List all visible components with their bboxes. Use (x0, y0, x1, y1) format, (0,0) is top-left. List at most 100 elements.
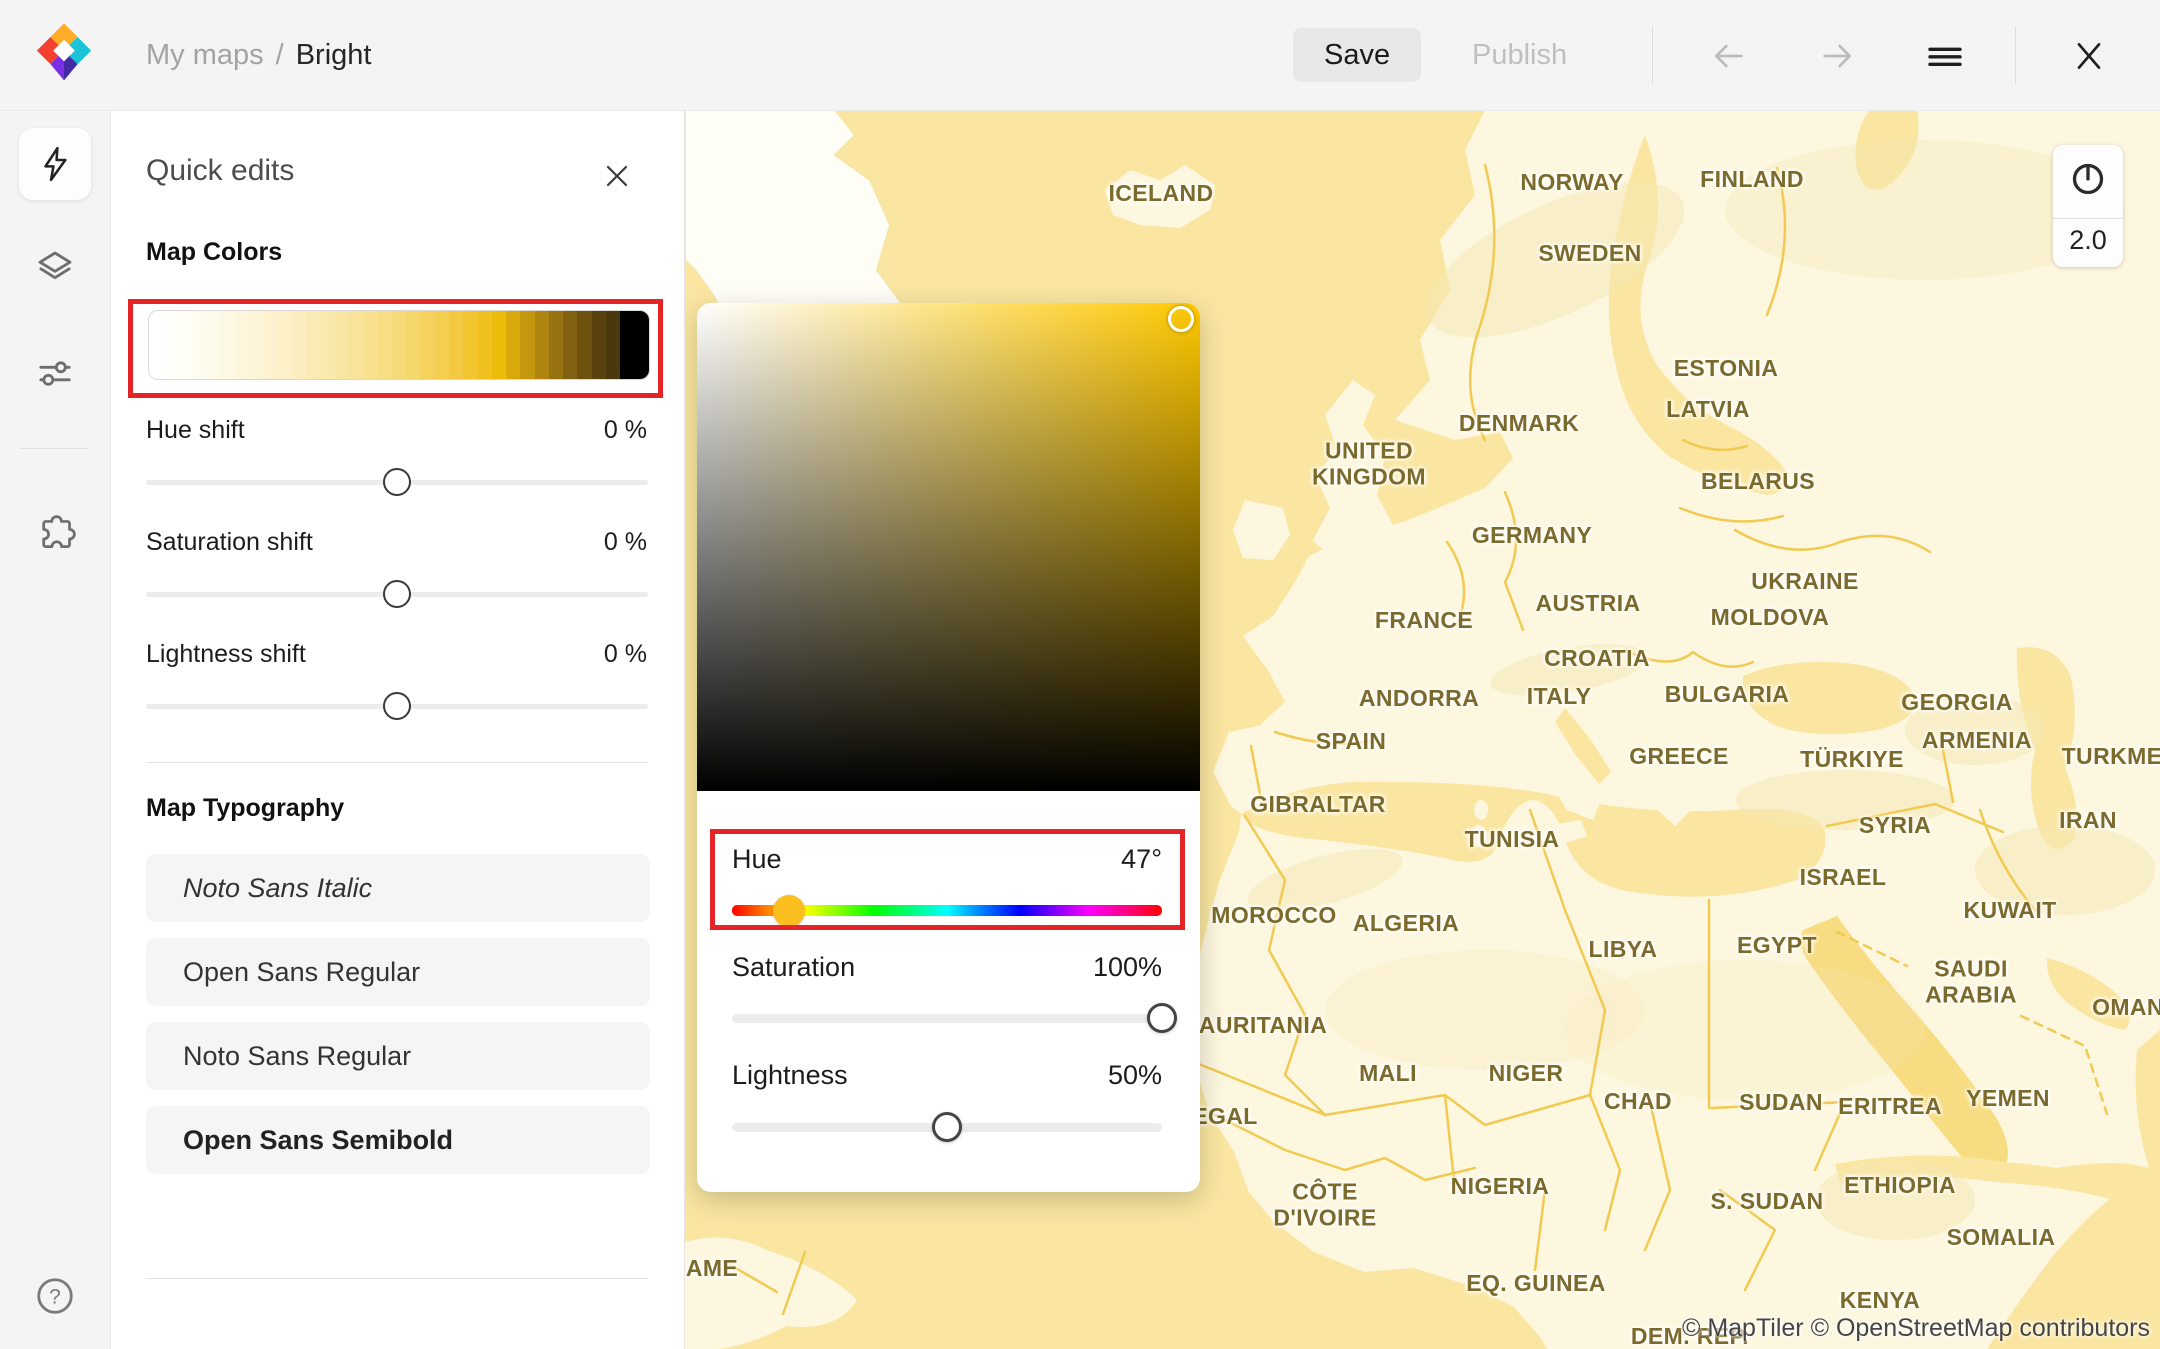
map-typography-heading: Map Typography (146, 794, 344, 823)
font-option[interactable]: Noto Sans Regular (146, 1022, 650, 1090)
map-country-label: EQ. GUINEA (1466, 1270, 1605, 1296)
swatch-segment (435, 311, 449, 379)
rail-item-quick-edits[interactable] (19, 128, 91, 200)
swatch-segment (577, 311, 591, 379)
question-icon: ? (34, 1275, 76, 1317)
maptiler-logo-icon (26, 18, 102, 94)
breadcrumb: My maps / Bright (146, 0, 371, 110)
swatch-segment (263, 311, 277, 379)
slider-thumb[interactable] (383, 580, 411, 608)
font-option[interactable]: Open Sans Regular (146, 938, 650, 1006)
redo-forward-arrow-icon[interactable] (1818, 36, 1858, 76)
color-selector-ring[interactable] (1168, 306, 1194, 332)
map-country-label: GIBRALTAR (1250, 791, 1386, 817)
map-country-label: ITALY (1527, 683, 1592, 709)
topbar-divider (1652, 26, 1653, 84)
puzzle-icon (34, 509, 76, 551)
zoom-level-value[interactable]: 2.0 (2053, 225, 2123, 256)
menu-icon[interactable] (1925, 36, 1965, 76)
map-country-label: FRANCE (1375, 607, 1473, 633)
swatch-segment (635, 311, 649, 379)
map-country-label: CHAD (1604, 1088, 1672, 1114)
map-country-label: ANDORRA (1359, 685, 1479, 711)
map-country-label: ALGERIA (1353, 910, 1459, 936)
lightning-icon (36, 145, 74, 183)
map-country-label: CROATIA (1544, 645, 1650, 671)
map-country-label: ISRAEL (1800, 864, 1887, 890)
swatch-segment (506, 311, 520, 379)
rail-item-help[interactable]: ? (19, 1260, 91, 1332)
swatch-segment (206, 311, 220, 379)
map-country-label: AURITANIA (1199, 1012, 1327, 1038)
map-country-label: AME (686, 1255, 738, 1281)
font-option[interactable]: Open Sans Semibold (146, 1106, 650, 1174)
map-country-label: SYRIA (1859, 812, 1931, 838)
map-canvas[interactable]: ICELANDNORWAYFINLANDSWEDENESTONIALATVIAD… (685, 110, 2160, 1349)
swatch-segment (549, 311, 563, 379)
rail-item-adjustments[interactable] (19, 338, 91, 410)
swatch-segment (563, 311, 577, 379)
panel-close-icon[interactable] (599, 158, 635, 194)
map-country-label: EGYPT (1737, 932, 1817, 958)
swatch-segment (492, 311, 506, 379)
quick-edits-panel: Quick edits Map Colors Hue shift0 %Satur… (110, 110, 685, 1349)
map-country-label: DENMARK (1459, 410, 1579, 436)
map-country-label: UNITED KINGDOM (1312, 438, 1426, 491)
lightness-slider-thumb[interactable] (932, 1112, 962, 1142)
map-country-label: S. SUDAN (1710, 1188, 1823, 1214)
map-country-label: MOROCCO (1211, 902, 1336, 928)
map-country-label: TÜRKIYE (1800, 746, 1904, 772)
saturation-slider-thumb[interactable] (1147, 1003, 1177, 1033)
swatch-segment (378, 311, 392, 379)
map-colors-heading: Map Colors (146, 238, 282, 267)
lightness-value: 50% (1108, 1060, 1162, 1091)
hue-slider-thumb[interactable] (773, 895, 805, 927)
map-country-label: ARMENIA (1922, 727, 2032, 753)
swatch-segment (292, 311, 306, 379)
font-option[interactable]: Noto Sans Italic (146, 854, 650, 922)
slider-thumb[interactable] (383, 692, 411, 720)
hue-label: Hue (732, 844, 782, 875)
dial-icon[interactable] (2070, 161, 2106, 202)
rail-item-plugins[interactable] (19, 494, 91, 566)
map-country-label: EGAL (1192, 1103, 1258, 1129)
swatch-segment (278, 311, 292, 379)
swatch-segment (249, 311, 263, 379)
map-country-label: ETHIOPIA (1844, 1172, 1956, 1198)
map-attribution[interactable]: © MapTiler © OpenStreetMap contributors (1682, 1314, 2150, 1343)
saturation-value-square[interactable] (697, 303, 1200, 791)
undo-back-arrow-icon[interactable] (1708, 36, 1748, 76)
slider-thumb[interactable] (383, 468, 411, 496)
map-country-label: TURKME (2062, 743, 2160, 769)
map-country-label: GREECE (1629, 743, 1729, 769)
color-picker-popup: Hue 47° Saturation 100% Lightness 50% (697, 303, 1200, 1192)
slider-label: Lightness shift (146, 640, 306, 669)
map-country-label: SOMALIA (1947, 1224, 2056, 1250)
slider-label: Saturation shift (146, 528, 313, 557)
map-country-label: FINLAND (1700, 166, 1804, 192)
swatch-segment (306, 311, 320, 379)
map-country-label: TUNISIA (1465, 826, 1560, 852)
map-country-label: BULGARIA (1665, 681, 1790, 707)
saturation-slider[interactable] (732, 1014, 1162, 1023)
panel-title: Quick edits (146, 154, 294, 188)
close-icon[interactable] (2069, 36, 2109, 76)
swatch-segment (320, 311, 334, 379)
rail-item-layers[interactable] (19, 232, 91, 304)
save-button[interactable]: Save (1293, 28, 1421, 82)
slider-value: 0 % (604, 416, 647, 445)
map-country-label: KUWAIT (1963, 897, 2056, 923)
map-country-label: BELARUS (1701, 468, 1815, 494)
hue-value: 47° (1121, 844, 1162, 875)
swatch-segment (520, 311, 534, 379)
swatch-segment (163, 311, 177, 379)
breadcrumb-section[interactable]: My maps (146, 39, 264, 72)
panel-divider (146, 762, 648, 763)
map-colors-swatch[interactable] (148, 310, 650, 380)
swatch-segment (363, 311, 377, 379)
slider-value: 0 % (604, 528, 647, 557)
publish-button[interactable]: Publish (1462, 28, 1577, 82)
swatch-segment (535, 311, 549, 379)
map-country-label: IRAN (2059, 807, 2117, 833)
saturation-value: 100% (1093, 952, 1162, 983)
